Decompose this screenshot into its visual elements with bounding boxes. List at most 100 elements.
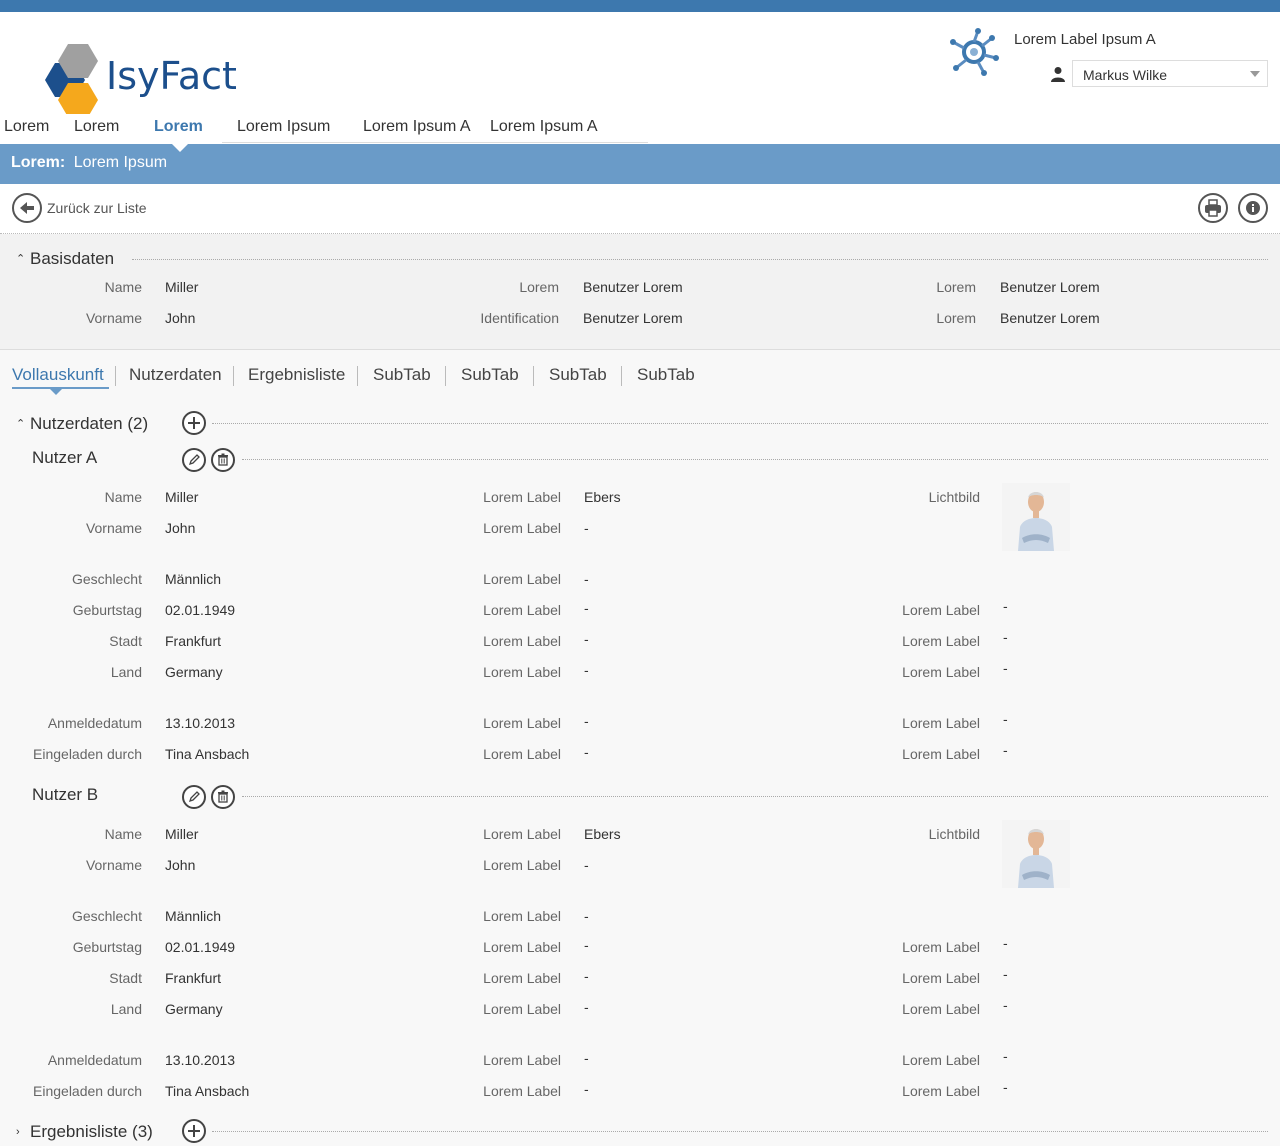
- info-button[interactable]: [1238, 193, 1268, 223]
- field-value: Ebers: [584, 489, 621, 505]
- field-label: Lorem: [936, 310, 976, 326]
- nav-item-5[interactable]: Lorem Ipsum A: [363, 118, 471, 136]
- field-label: Lichtbild: [928, 489, 980, 505]
- delete-nutzer-b-button[interactable]: [211, 785, 235, 809]
- pencil-icon: [188, 791, 200, 803]
- tab-vollauskunft[interactable]: Vollauskunft: [12, 365, 104, 385]
- field-value: -: [584, 713, 589, 729]
- field-value: Tina Ansbach: [165, 1083, 250, 1099]
- field-label: Lorem Label: [483, 970, 561, 986]
- tab-separator: [233, 366, 234, 386]
- nav-item-1[interactable]: Lorem: [4, 118, 49, 136]
- field-value: Benutzer Lorem: [1000, 279, 1100, 295]
- ergebnisliste-header[interactable]: › Ergebnisliste (3): [16, 1122, 153, 1142]
- tab-subtab-4[interactable]: SubTab: [637, 365, 695, 385]
- field-value: Frankfurt: [165, 970, 222, 986]
- field-value: -: [1003, 742, 1008, 758]
- nav-item-6[interactable]: Lorem Ipsum A: [490, 118, 598, 136]
- field-label: Lorem Label: [902, 1083, 980, 1099]
- field-label: Lorem Label: [483, 1001, 561, 1017]
- delete-nutzer-a-button[interactable]: [211, 448, 235, 472]
- field-label: Geschlecht: [71, 571, 142, 587]
- field-label: Lorem Label: [902, 1001, 980, 1017]
- field-label: Anmeldedatum: [47, 715, 142, 731]
- user-select[interactable]: Markus Wilke: [1072, 60, 1268, 87]
- tab-separator: [533, 366, 534, 386]
- section-divider: [132, 259, 1268, 260]
- field-label: Lorem Label: [483, 633, 561, 649]
- back-button[interactable]: [12, 193, 42, 223]
- field-value: -: [584, 908, 589, 924]
- field-label: Name: [104, 279, 142, 295]
- user-icon: [1051, 67, 1065, 82]
- info-icon: [1246, 201, 1260, 215]
- field-label: Lorem Label: [483, 520, 561, 536]
- field-value: -: [1003, 1048, 1008, 1064]
- field-value: -: [584, 744, 589, 760]
- field-label: Lorem Label: [902, 633, 980, 649]
- field-label: Vorname: [85, 520, 142, 536]
- field-value: -: [1003, 660, 1008, 676]
- portrait-image: [1002, 483, 1070, 551]
- basisdaten-header[interactable]: ⌃ Basisdaten: [16, 249, 114, 269]
- tab-separator: [115, 366, 116, 386]
- field-label: Anmeldedatum: [47, 1052, 142, 1068]
- plus-icon: [188, 1125, 200, 1137]
- logo-text: IsyFact: [106, 54, 237, 98]
- nutzerdaten-header[interactable]: ⌃ Nutzerdaten (2): [16, 414, 148, 434]
- field-value: Miller: [165, 826, 199, 842]
- nav-item-3-active[interactable]: Lorem: [154, 118, 203, 136]
- field-value: Benutzer Lorem: [1000, 310, 1100, 326]
- field-label: Lorem Label: [902, 602, 980, 618]
- tab-nutzerdaten[interactable]: Nutzerdaten: [129, 365, 222, 385]
- field-value: Germany: [165, 664, 223, 680]
- field-label: Name: [104, 826, 142, 842]
- field-value: Benutzer Lorem: [583, 279, 683, 295]
- page-title: Lorem Ipsum: [73, 154, 168, 171]
- nav-item-4[interactable]: Lorem Ipsum: [237, 118, 330, 136]
- tab-ergebnisliste[interactable]: Ergebnisliste: [248, 365, 345, 385]
- field-value: -: [1003, 935, 1008, 951]
- field-label: Stadt: [109, 633, 142, 649]
- top-accent-bar: [0, 0, 1280, 12]
- edit-nutzer-b-button[interactable]: [182, 785, 206, 809]
- field-label: Geburtstag: [72, 602, 142, 618]
- chevron-down-icon: [1250, 71, 1260, 77]
- ergebnisliste-title: Ergebnisliste (3): [30, 1122, 153, 1141]
- tab-subtab-2[interactable]: SubTab: [461, 365, 519, 385]
- basisdaten-title: Basisdaten: [30, 249, 115, 268]
- field-label: Lorem: [936, 279, 976, 295]
- tab-subtab-1[interactable]: SubTab: [373, 365, 431, 385]
- field-label: Lorem Label: [902, 1052, 980, 1068]
- back-label[interactable]: Zurück zur Liste: [47, 200, 147, 216]
- field-label: Lorem Label: [483, 715, 561, 731]
- field-value: Ebers: [584, 826, 621, 842]
- trash-icon: [218, 790, 228, 803]
- add-nutzer-button[interactable]: [182, 411, 206, 435]
- app-network-icon[interactable]: [948, 28, 1000, 76]
- print-button[interactable]: [1198, 193, 1228, 223]
- field-label: Lichtbild: [928, 826, 980, 842]
- field-label: Lorem Label: [483, 602, 561, 618]
- add-ergebnis-button[interactable]: [182, 1119, 206, 1143]
- field-label: Eingeladen durch: [33, 1083, 142, 1099]
- tab-separator: [357, 366, 358, 386]
- field-value: John: [165, 310, 196, 326]
- field-label: Geburtstag: [72, 939, 142, 955]
- field-label: Lorem Label: [902, 746, 980, 762]
- section-divider: [212, 1131, 1268, 1132]
- edit-nutzer-a-button[interactable]: [182, 448, 206, 472]
- tab-subtab-3[interactable]: SubTab: [549, 365, 607, 385]
- field-label: Lorem Label: [902, 939, 980, 955]
- field-value: 13.10.2013: [165, 1052, 236, 1068]
- field-value: -: [584, 662, 589, 678]
- field-label: Lorem Label: [483, 1052, 561, 1068]
- nav-item-2[interactable]: Lorem: [74, 118, 119, 136]
- field-label: Lorem Label: [483, 746, 561, 762]
- lichtbild-photo: [1002, 483, 1070, 551]
- page-title-bar: Lorem: Lorem Ipsum: [0, 144, 1280, 184]
- field-label: Land: [110, 664, 142, 680]
- field-label: Lorem Label: [483, 908, 561, 924]
- section-divider: [212, 423, 1268, 424]
- print-icon: [1205, 199, 1221, 217]
